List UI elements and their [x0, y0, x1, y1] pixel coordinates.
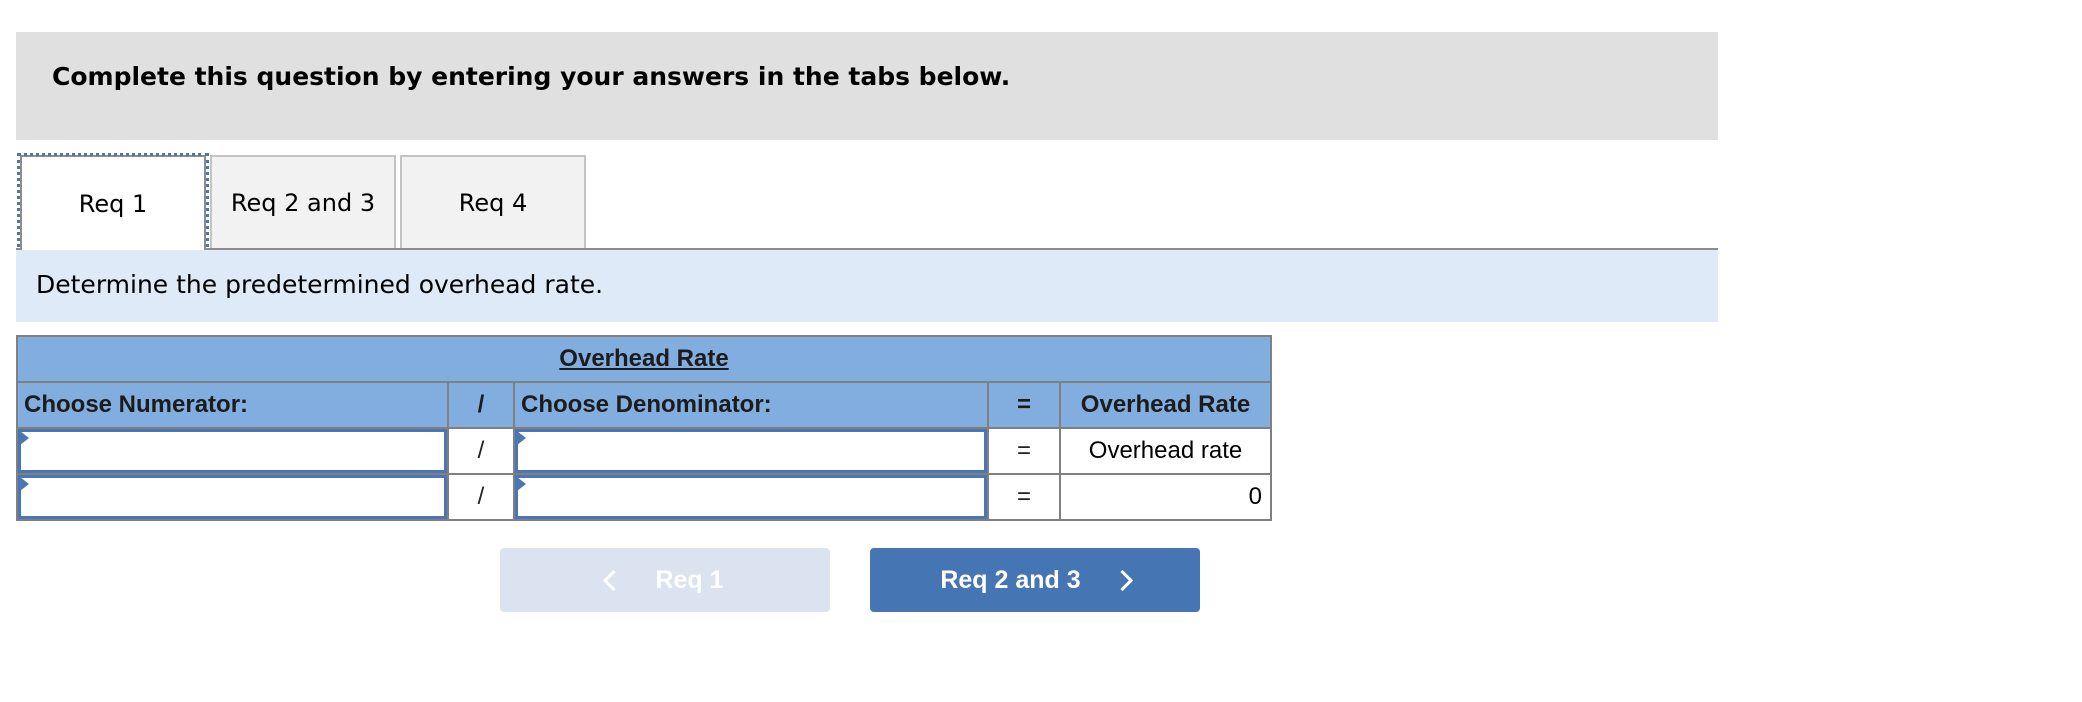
tab-req-1[interactable]: Req 1 — [17, 153, 209, 253]
denominator-cell — [513, 427, 989, 475]
table-title: Overhead Rate — [16, 335, 1272, 383]
next-req-label: Req 2 and 3 — [940, 565, 1081, 594]
tab-req-4[interactable]: Req 4 — [400, 155, 586, 248]
instruction-text: Determine the predetermined overhead rat… — [36, 270, 604, 299]
table-header-row: Choose Numerator: / Choose Denominator: … — [16, 381, 1272, 429]
denominator-cell — [513, 473, 989, 521]
header-equals: = — [987, 381, 1061, 429]
divide-symbol: / — [447, 473, 515, 521]
instruction-strip: Determine the predetermined overhead rat… — [16, 250, 1718, 322]
header-text: Complete this question by entering your … — [52, 62, 1011, 91]
overhead-rate-table: Overhead Rate Choose Numerator: / Choose… — [16, 335, 1272, 521]
equals-symbol: = — [987, 427, 1061, 475]
question-header: Complete this question by entering your … — [16, 32, 1718, 140]
chevron-left-icon — [603, 569, 625, 591]
chevron-right-icon — [1111, 569, 1133, 591]
numerator-value-input[interactable] — [21, 478, 444, 516]
prev-req-button[interactable]: Req 1 — [500, 548, 830, 612]
numerator-cell — [16, 427, 449, 475]
numerator-dropdown[interactable] — [18, 429, 447, 473]
header-divide: / — [447, 381, 515, 429]
denominator-dropdown[interactable] — [515, 429, 987, 473]
result-label: Overhead rate — [1059, 427, 1272, 475]
tab-req-2-and-3[interactable]: Req 2 and 3 — [210, 155, 396, 248]
divide-symbol: / — [447, 427, 515, 475]
table-title-row: Overhead Rate — [16, 335, 1272, 383]
tab-bar: Req 1 Req 2 and 3 Req 4 — [16, 153, 1718, 253]
table-row: / = Overhead rate — [16, 427, 1272, 475]
denominator-value-field[interactable] — [515, 475, 987, 519]
equals-symbol: = — [987, 473, 1061, 521]
numerator-input[interactable] — [21, 432, 444, 470]
next-req-button[interactable]: Req 2 and 3 — [870, 548, 1200, 612]
denominator-input[interactable] — [518, 432, 984, 470]
table-row: / = 0 — [16, 473, 1272, 521]
header-numerator: Choose Numerator: — [16, 381, 449, 429]
numerator-cell — [16, 473, 449, 521]
table-title-text: Overhead Rate — [559, 345, 729, 372]
header-denominator: Choose Denominator: — [513, 381, 989, 429]
prev-req-label: Req 1 — [655, 565, 724, 594]
result-value: 0 — [1059, 473, 1272, 521]
header-result: Overhead Rate — [1059, 381, 1272, 429]
denominator-value-input[interactable] — [518, 478, 984, 516]
numerator-value-field[interactable] — [18, 475, 447, 519]
